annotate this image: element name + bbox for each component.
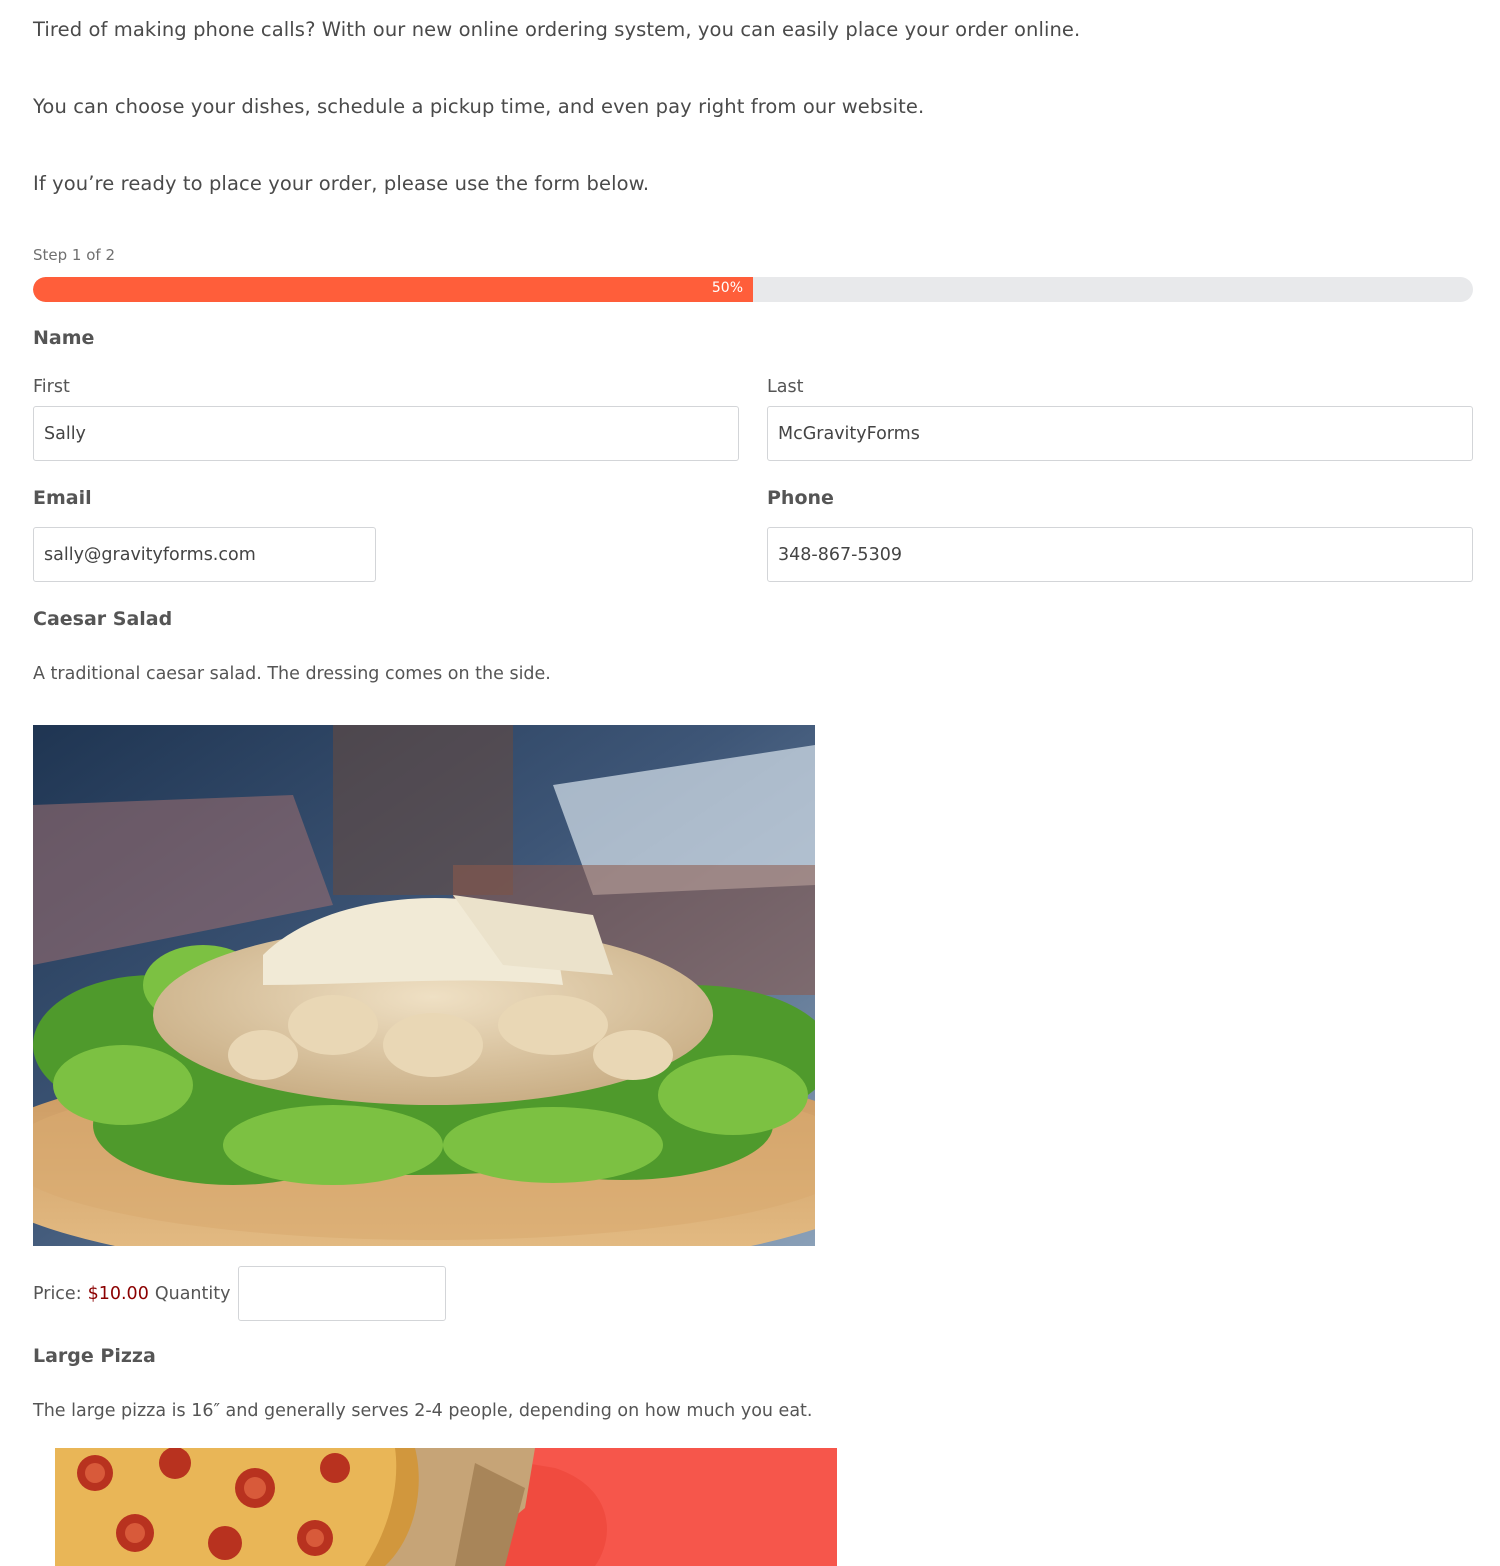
phone-label: Phone	[767, 487, 834, 509]
large-pizza-photo	[55, 1448, 837, 1566]
first-name-label: First	[33, 377, 70, 397]
caesar-salad-price: $10.00	[87, 1283, 149, 1304]
progress-bar-fill: 50%	[33, 277, 753, 302]
caesar-salad-price-row: Price: $10.00 Quantity	[33, 1266, 447, 1321]
price-label: Price:	[33, 1283, 82, 1304]
large-pizza-title: Large Pizza	[33, 1345, 156, 1367]
large-pizza-description: The large pizza is 16″ and generally ser…	[33, 1401, 813, 1421]
email-input[interactable]	[33, 527, 376, 582]
progress-step-text: Step 1 of 2	[33, 246, 116, 264]
progress-percent-label: 50%	[711, 280, 743, 296]
caesar-salad-photo	[33, 725, 815, 1246]
phone-input[interactable]	[767, 527, 1473, 582]
last-name-input[interactable]	[767, 406, 1473, 461]
intro-paragraph-3: If you’re ready to place your order, ple…	[33, 172, 650, 195]
quantity-label: Quantity	[154, 1283, 231, 1304]
last-name-label: Last	[767, 377, 804, 397]
name-label: Name	[33, 327, 95, 349]
caesar-salad-title: Caesar Salad	[33, 608, 173, 630]
email-label: Email	[33, 487, 92, 509]
first-name-input[interactable]	[33, 406, 739, 461]
intro-paragraph-2: You can choose your dishes, schedule a p…	[33, 95, 925, 118]
caesar-salad-quantity-input[interactable]	[238, 1266, 447, 1321]
progress-bar: 50%	[33, 277, 1473, 302]
intro-paragraph-1: Tired of making phone calls? With our ne…	[33, 18, 1081, 41]
caesar-salad-description: A traditional caesar salad. The dressing…	[33, 664, 551, 684]
